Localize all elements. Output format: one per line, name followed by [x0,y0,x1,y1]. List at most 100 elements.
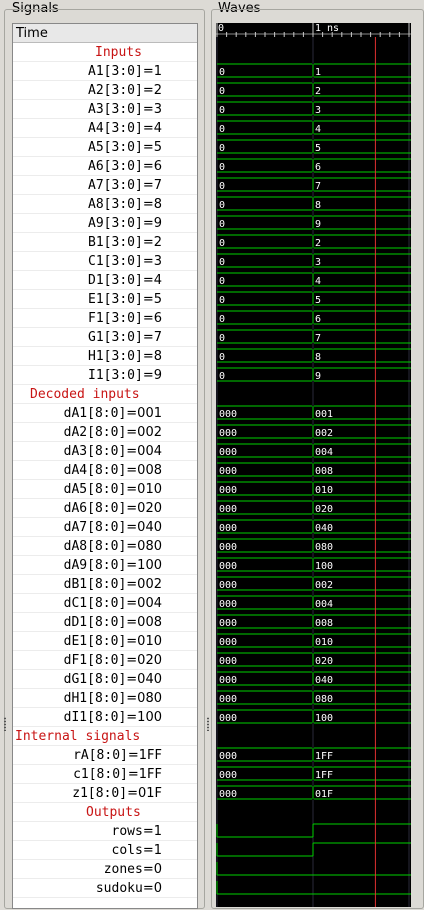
bus-value-label: 000 [219,447,237,458]
signal-row[interactable]: cols=1 [13,841,197,860]
signal-row[interactable]: zones=0 [13,860,197,879]
signal-value: =3 [142,102,162,117]
signal-row[interactable]: A3[3:0]=3 [13,100,197,119]
bus-value-label: 020 [315,504,333,515]
bus-value-label: 000 [219,751,237,762]
bus-value-label: 040 [315,675,333,686]
bus-value-label: 000 [219,656,237,667]
signal-name: dA5[8:0] [63,482,127,497]
signal-row[interactable]: dA5[8:0]=010 [13,480,197,499]
bus-value-label: 001 [315,409,333,420]
signal-name: rA[8:0] [73,748,128,763]
signal-row[interactable]: B1[3:0]=2 [13,233,197,252]
bus-value-label: 7 [315,333,321,344]
signal-row[interactable]: A2[3:0]=2 [13,81,197,100]
signal-row[interactable]: I1[3:0]=9 [13,366,197,385]
signal-row[interactable]: dE1[8:0]=010 [13,632,197,651]
signal-value: =040 [126,520,162,535]
signal-row[interactable]: sudoku=0 [13,879,197,898]
signal-value: =100 [126,710,162,725]
signal-value: =1FF [127,767,162,782]
comment-row[interactable]: Outputs [13,803,197,822]
waveform-canvas[interactable]: 01 ns2 ns0102030405060708090203040506070… [216,23,411,907]
signal-value: =1 [142,843,162,858]
bus-value-label: 3 [315,105,321,116]
signal-value: =8 [142,349,162,364]
signal-row[interactable]: dA3[8:0]=004 [13,442,197,461]
signal-name: I1[3:0] [88,368,143,383]
comment-row[interactable]: Internal signals [13,727,197,746]
comment-row[interactable]: Inputs [13,43,197,62]
signal-name: A4[3:0] [88,121,143,136]
pane-resize-grip-left[interactable] [3,717,7,731]
bus-value-label: 0 [219,200,225,211]
signal-value: =008 [126,615,162,630]
signal-row[interactable]: dB1[8:0]=002 [13,575,197,594]
signal-value: =5 [142,292,162,307]
signal-row[interactable]: A4[3:0]=4 [13,119,197,138]
signal-name: dI1[8:0] [63,710,127,725]
signal-value: =004 [126,444,162,459]
signal-row[interactable]: dA9[8:0]=100 [13,556,197,575]
signal-row[interactable]: dG1[8:0]=040 [13,670,197,689]
signal-name: z1[8:0] [72,786,128,801]
signal-row[interactable]: F1[3:0]=6 [13,309,197,328]
signal-row[interactable]: E1[3:0]=5 [13,290,197,309]
signal-row[interactable]: A1[3:0]=1 [13,62,197,81]
bus-value-label: 000 [219,561,237,572]
signal-row[interactable]: A5[3:0]=5 [13,138,197,157]
signal-row[interactable]: rows=1 [13,822,197,841]
bus-value-label: 0 [219,295,225,306]
signal-row[interactable]: dA7[8:0]=040 [13,518,197,537]
signal-row[interactable]: c1[8:0]=1FF [13,765,197,784]
time-column-header[interactable]: Time [13,24,197,43]
signal-row[interactable]: z1[8:0]=01F [13,784,197,803]
bus-value-label: 9 [315,219,321,230]
signal-row[interactable]: A9[3:0]=9 [13,214,197,233]
signal-value: =002 [126,425,162,440]
signal-row[interactable]: rA[8:0]=1FF [13,746,197,765]
signal-row[interactable]: dH1[8:0]=080 [13,689,197,708]
bus-value-label: 5 [315,143,321,154]
bus-value-label: 01F [315,789,333,800]
signal-row[interactable]: dA2[8:0]=002 [13,423,197,442]
bus-value-label: 000 [219,428,237,439]
pane-resize-grip-right[interactable] [206,717,210,731]
signal-row[interactable]: dA6[8:0]=020 [13,499,197,518]
signal-row[interactable]: D1[3:0]=4 [13,271,197,290]
signal-row[interactable]: dD1[8:0]=008 [13,613,197,632]
signal-row[interactable]: dF1[8:0]=020 [13,651,197,670]
comment-row[interactable]: Decoded inputs [13,385,197,404]
bus-value-label: 4 [315,276,321,287]
signal-row[interactable]: A7[3:0]=7 [13,176,197,195]
signal-row[interactable]: dA4[8:0]=008 [13,461,197,480]
signal-name: A5[3:0] [88,140,143,155]
signal-row[interactable]: H1[3:0]=8 [13,347,197,366]
signal-value: =008 [126,463,162,478]
signal-name: dA4[8:0] [63,463,127,478]
bus-value-label: 000 [219,789,237,800]
bus-value-label: 020 [315,656,333,667]
signal-name: dC1[8:0] [63,596,127,611]
signal-row[interactable]: dC1[8:0]=004 [13,594,197,613]
signal-value: =0 [142,881,162,896]
bus-value-label: 100 [315,713,333,724]
ruler-label: 0 [218,23,224,34]
signal-row[interactable]: G1[3:0]=7 [13,328,197,347]
signal-list[interactable]: Time Inputs A1[3:0]=1 A2[3:0]=2 A3[3:0]=3 A4… [12,23,198,909]
signal-name: dA7[8:0] [63,520,127,535]
signal-value: =080 [126,539,162,554]
signal-row[interactable]: A8[3:0]=8 [13,195,197,214]
bus-value-label: 8 [315,200,321,211]
signal-name: A3[3:0] [88,102,143,117]
signal-name: A7[3:0] [88,178,143,193]
signal-row[interactable]: dI1[8:0]=100 [13,708,197,727]
bus-value-label: 0 [219,314,225,325]
signal-row[interactable]: C1[3:0]=3 [13,252,197,271]
signal-row[interactable]: dA8[8:0]=080 [13,537,197,556]
signal-row[interactable]: A6[3:0]=6 [13,157,197,176]
bus-value-label: 0 [219,162,225,173]
signal-row[interactable]: dA1[8:0]=001 [13,404,197,423]
signal-name: D1[3:0] [88,273,143,288]
bus-value-label: 7 [315,181,321,192]
